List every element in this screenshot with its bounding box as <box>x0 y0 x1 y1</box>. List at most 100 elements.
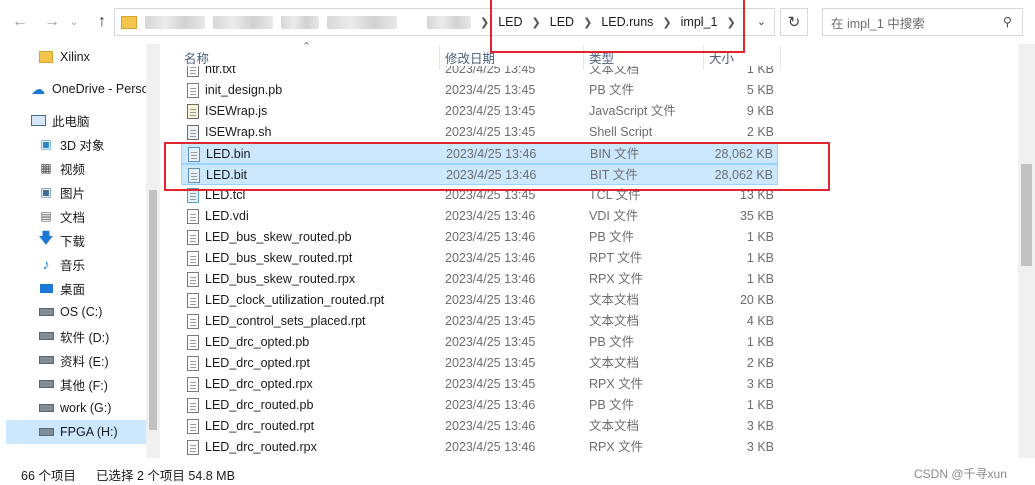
file-name: LED_drc_routed.pb <box>205 398 314 412</box>
file-icon <box>187 251 199 266</box>
file-type: VDI 文件 <box>589 209 639 223</box>
file-date: 2023/4/25 13:46 <box>445 272 536 286</box>
file-size: 1 KB <box>746 230 774 244</box>
file-row[interactable]: init_design.pb 2023/4/25 13:45 PB 文件 5 KB <box>181 80 778 101</box>
file-icon <box>187 83 199 98</box>
file-row[interactable]: LED_drc_opted.rpt 2023/4/25 13:45 文本文档 2 KB <box>181 353 778 374</box>
redacted-path <box>427 15 471 29</box>
file-size: 1 KB <box>746 66 774 76</box>
text-file-icon <box>187 419 199 434</box>
annotation-box-selected-files <box>164 142 830 191</box>
text-file-icon <box>187 66 199 77</box>
file-type: RPX 文件 <box>589 377 644 391</box>
file-size: 3 KB <box>746 419 774 433</box>
file-type: Shell Script <box>589 125 653 139</box>
file-type: RPX 文件 <box>589 272 644 286</box>
file-size: 3 KB <box>746 377 774 391</box>
file-size: 2 KB <box>746 356 774 370</box>
file-row[interactable]: LED_bus_skew_routed.rpt 2023/4/25 13:46 RP… <box>181 248 778 269</box>
text-file-icon <box>187 356 199 371</box>
file-icon <box>187 335 199 350</box>
file-type: RPX 文件 <box>589 440 644 454</box>
shell-icon <box>187 125 199 140</box>
file-date: 2023/4/25 13:45 <box>445 377 536 391</box>
file-size: 9 KB <box>746 104 774 118</box>
file-size: 4 KB <box>746 314 774 328</box>
file-date: 2023/4/25 13:46 <box>445 440 536 454</box>
search-icon: ⚲ <box>1002 15 1012 29</box>
file-size: 5 KB <box>746 83 774 97</box>
file-row[interactable]: LED_bus_skew_routed.pb 2023/4/25 13:46 PB … <box>181 227 778 248</box>
file-date: 2023/4/25 13:46 <box>445 230 536 244</box>
arrow-up-icon: ↑ <box>98 13 106 30</box>
file-type: JavaScript 文件 <box>589 104 676 118</box>
file-date: 2023/4/25 13:46 <box>445 251 536 265</box>
file-size: 1 KB <box>746 251 774 265</box>
refresh-button[interactable]: ↻ <box>780 8 808 36</box>
file-row[interactable]: LED_drc_routed.rpx 2023/4/25 13:46 RPX 文件 3… <box>181 437 778 458</box>
address-dropdown-button[interactable]: ⌄ <box>757 15 766 28</box>
file-row[interactable]: htr.txt 2023/4/25 13:45 文本文档 1 KB <box>181 66 778 80</box>
file-name: LED_control_sets_placed.rpt <box>205 314 366 328</box>
file-row[interactable]: LED_clock_utilization_routed.rpt 2023/4/2… <box>181 290 778 311</box>
arrow-right-icon: → <box>44 13 60 30</box>
sort-ascending-icon: ⌃ <box>302 41 312 53</box>
file-name: ISEWrap.sh <box>205 125 272 139</box>
file-date: 2023/4/25 13:45 <box>445 104 536 118</box>
file-size: 3 KB <box>746 440 774 454</box>
file-row[interactable]: LED_control_sets_placed.rpt 2023/4/25 13:… <box>181 311 778 332</box>
file-row[interactable]: LED_drc_routed.rpt 2023/4/25 13:46 文本文档 3 K… <box>181 416 778 437</box>
file-row[interactable]: LED_drc_opted.rpx 2023/4/25 13:45 RPX 文件 3 … <box>181 374 778 395</box>
file-size: 1 KB <box>746 398 774 412</box>
file-name: LED_bus_skew_routed.rpx <box>205 272 356 286</box>
file-icon <box>187 398 199 413</box>
item-count: 66 个项目 <box>21 469 76 483</box>
file-name: LED_bus_skew_routed.rpt <box>205 251 353 265</box>
folder-icon <box>38 49 54 65</box>
chevron-right-icon: ❯ <box>480 16 490 29</box>
file-date: 2023/4/25 13:46 <box>445 293 536 307</box>
file-row[interactable]: ISEWrap.sh 2023/4/25 13:45 Shell Script 2 K… <box>181 122 778 143</box>
file-date: 2023/4/25 13:45 <box>445 66 536 76</box>
file-type: 文本文档 <box>589 419 640 433</box>
recent-locations-button[interactable]: ⌄ <box>66 8 82 36</box>
file-name: LED_clock_utilization_routed.rpt <box>205 293 385 307</box>
up-button[interactable]: ↑ <box>88 8 116 36</box>
file-size: 35 KB <box>739 209 774 223</box>
file-date: 2023/4/25 13:46 <box>445 209 536 223</box>
file-size: 20 KB <box>739 293 774 307</box>
forward-button[interactable]: → <box>38 8 66 36</box>
search-input[interactable]: 在 impl_1 中搜索 ⚲ <box>822 8 1023 36</box>
file-row[interactable]: ISEWrap.js 2023/4/25 13:45 JavaScript 文件 9 … <box>181 101 778 122</box>
file-row[interactable]: LED_drc_routed.pb 2023/4/25 13:46 PB 文件 1 K… <box>181 395 778 416</box>
file-list-scrollbar-thumb[interactable] <box>1021 164 1032 266</box>
file-name: LED_drc_opted.pb <box>205 335 310 349</box>
file-type: 文本文档 <box>589 293 640 307</box>
file-icon <box>187 440 199 455</box>
back-button[interactable]: ← <box>6 8 34 36</box>
file-icon <box>187 272 199 287</box>
file-type: PB 文件 <box>589 335 635 349</box>
file-icon <box>187 377 199 392</box>
script-icon <box>187 104 199 119</box>
file-date: 2023/4/25 13:46 <box>445 419 536 433</box>
file-row[interactable]: LED.vdi 2023/4/25 13:46 VDI 文件 35 KB <box>181 206 778 227</box>
file-type: 文本文档 <box>589 314 640 328</box>
redacted-path <box>213 15 273 29</box>
file-date: 2023/4/25 13:45 <box>445 83 536 97</box>
file-name: LED_bus_skew_routed.pb <box>205 230 352 244</box>
file-size: 2 KB <box>746 125 774 139</box>
chevron-down-icon: ⌄ <box>69 16 79 28</box>
annotation-box-path <box>490 0 745 53</box>
file-row[interactable]: LED_bus_skew_routed.rpx 2023/4/25 13:46 RP… <box>181 269 778 290</box>
file-type: RPT 文件 <box>589 251 643 265</box>
text-file-icon <box>187 293 199 308</box>
file-type: 文本文档 <box>589 66 640 76</box>
text-file-icon <box>187 314 199 329</box>
file-size: 1 KB <box>746 272 774 286</box>
file-type: PB 文件 <box>589 230 635 244</box>
redacted-path <box>145 15 205 29</box>
file-row[interactable]: LED_drc_opted.pb 2023/4/25 13:45 PB 文件 1 KB <box>181 332 778 353</box>
file-name: init_design.pb <box>205 83 283 97</box>
file-icon <box>187 209 199 224</box>
